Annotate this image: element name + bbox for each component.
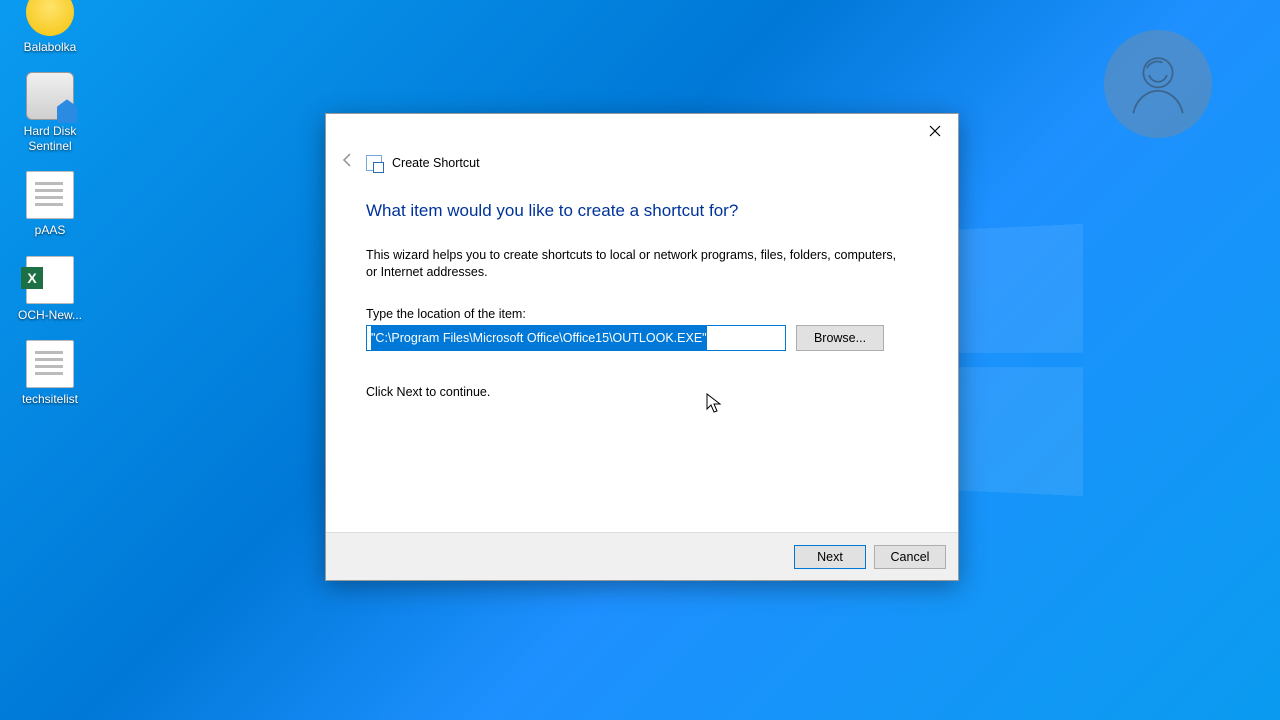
browse-button[interactable]: Browse... [796, 325, 884, 351]
desktop-icon-paas[interactable]: pAAS [10, 171, 90, 237]
dialog-header: Create Shortcut [326, 148, 958, 183]
dialog-heading: What item would you like to create a sho… [366, 201, 918, 221]
desktop-icon-hard-disk-sentinel[interactable]: Hard Disk Sentinel [10, 72, 90, 153]
close-icon [929, 125, 941, 137]
dialog-description: This wizard helps you to create shortcut… [366, 247, 906, 281]
shortcut-wizard-icon [366, 155, 382, 171]
dialog-footer: Next Cancel [326, 532, 958, 580]
dialog-titlebar [326, 114, 958, 148]
desktop-icon-label: Hard Disk Sentinel [10, 124, 90, 153]
cancel-button[interactable]: Cancel [874, 545, 946, 569]
avatar [1104, 30, 1212, 138]
desktop-icons: Balabolka Hard Disk Sentinel pAAS OCH-Ne… [10, 0, 110, 424]
back-arrow-icon [340, 152, 356, 168]
desktop-icon-label: techsitelist [10, 392, 90, 406]
desktop-icon-balabolka[interactable]: Balabolka [10, 0, 90, 54]
dialog-content: What item would you like to create a sho… [326, 183, 958, 532]
excel-file-icon [26, 256, 74, 304]
desktop-icon-och-new[interactable]: OCH-New... [10, 256, 90, 322]
location-input[interactable]: "C:\Program Files\Microsoft Office\Offic… [366, 325, 786, 351]
location-label: Type the location of the item: [366, 307, 918, 321]
text-file-icon [26, 340, 74, 388]
back-button [340, 148, 356, 177]
create-shortcut-dialog: Create Shortcut What item would you like… [325, 113, 959, 581]
location-input-value: "C:\Program Files\Microsoft Office\Offic… [371, 326, 707, 350]
desktop-icon-techsitelist[interactable]: techsitelist [10, 340, 90, 406]
desktop-icon-label: Balabolka [10, 40, 90, 54]
continue-hint: Click Next to continue. [366, 385, 918, 399]
text-file-icon [26, 171, 74, 219]
desktop-icon-label: OCH-New... [10, 308, 90, 322]
next-button[interactable]: Next [794, 545, 866, 569]
desktop-icon-label: pAAS [10, 223, 90, 237]
close-button[interactable] [912, 115, 958, 147]
dialog-title: Create Shortcut [392, 156, 480, 170]
app-icon [26, 0, 74, 36]
app-icon [26, 72, 74, 120]
